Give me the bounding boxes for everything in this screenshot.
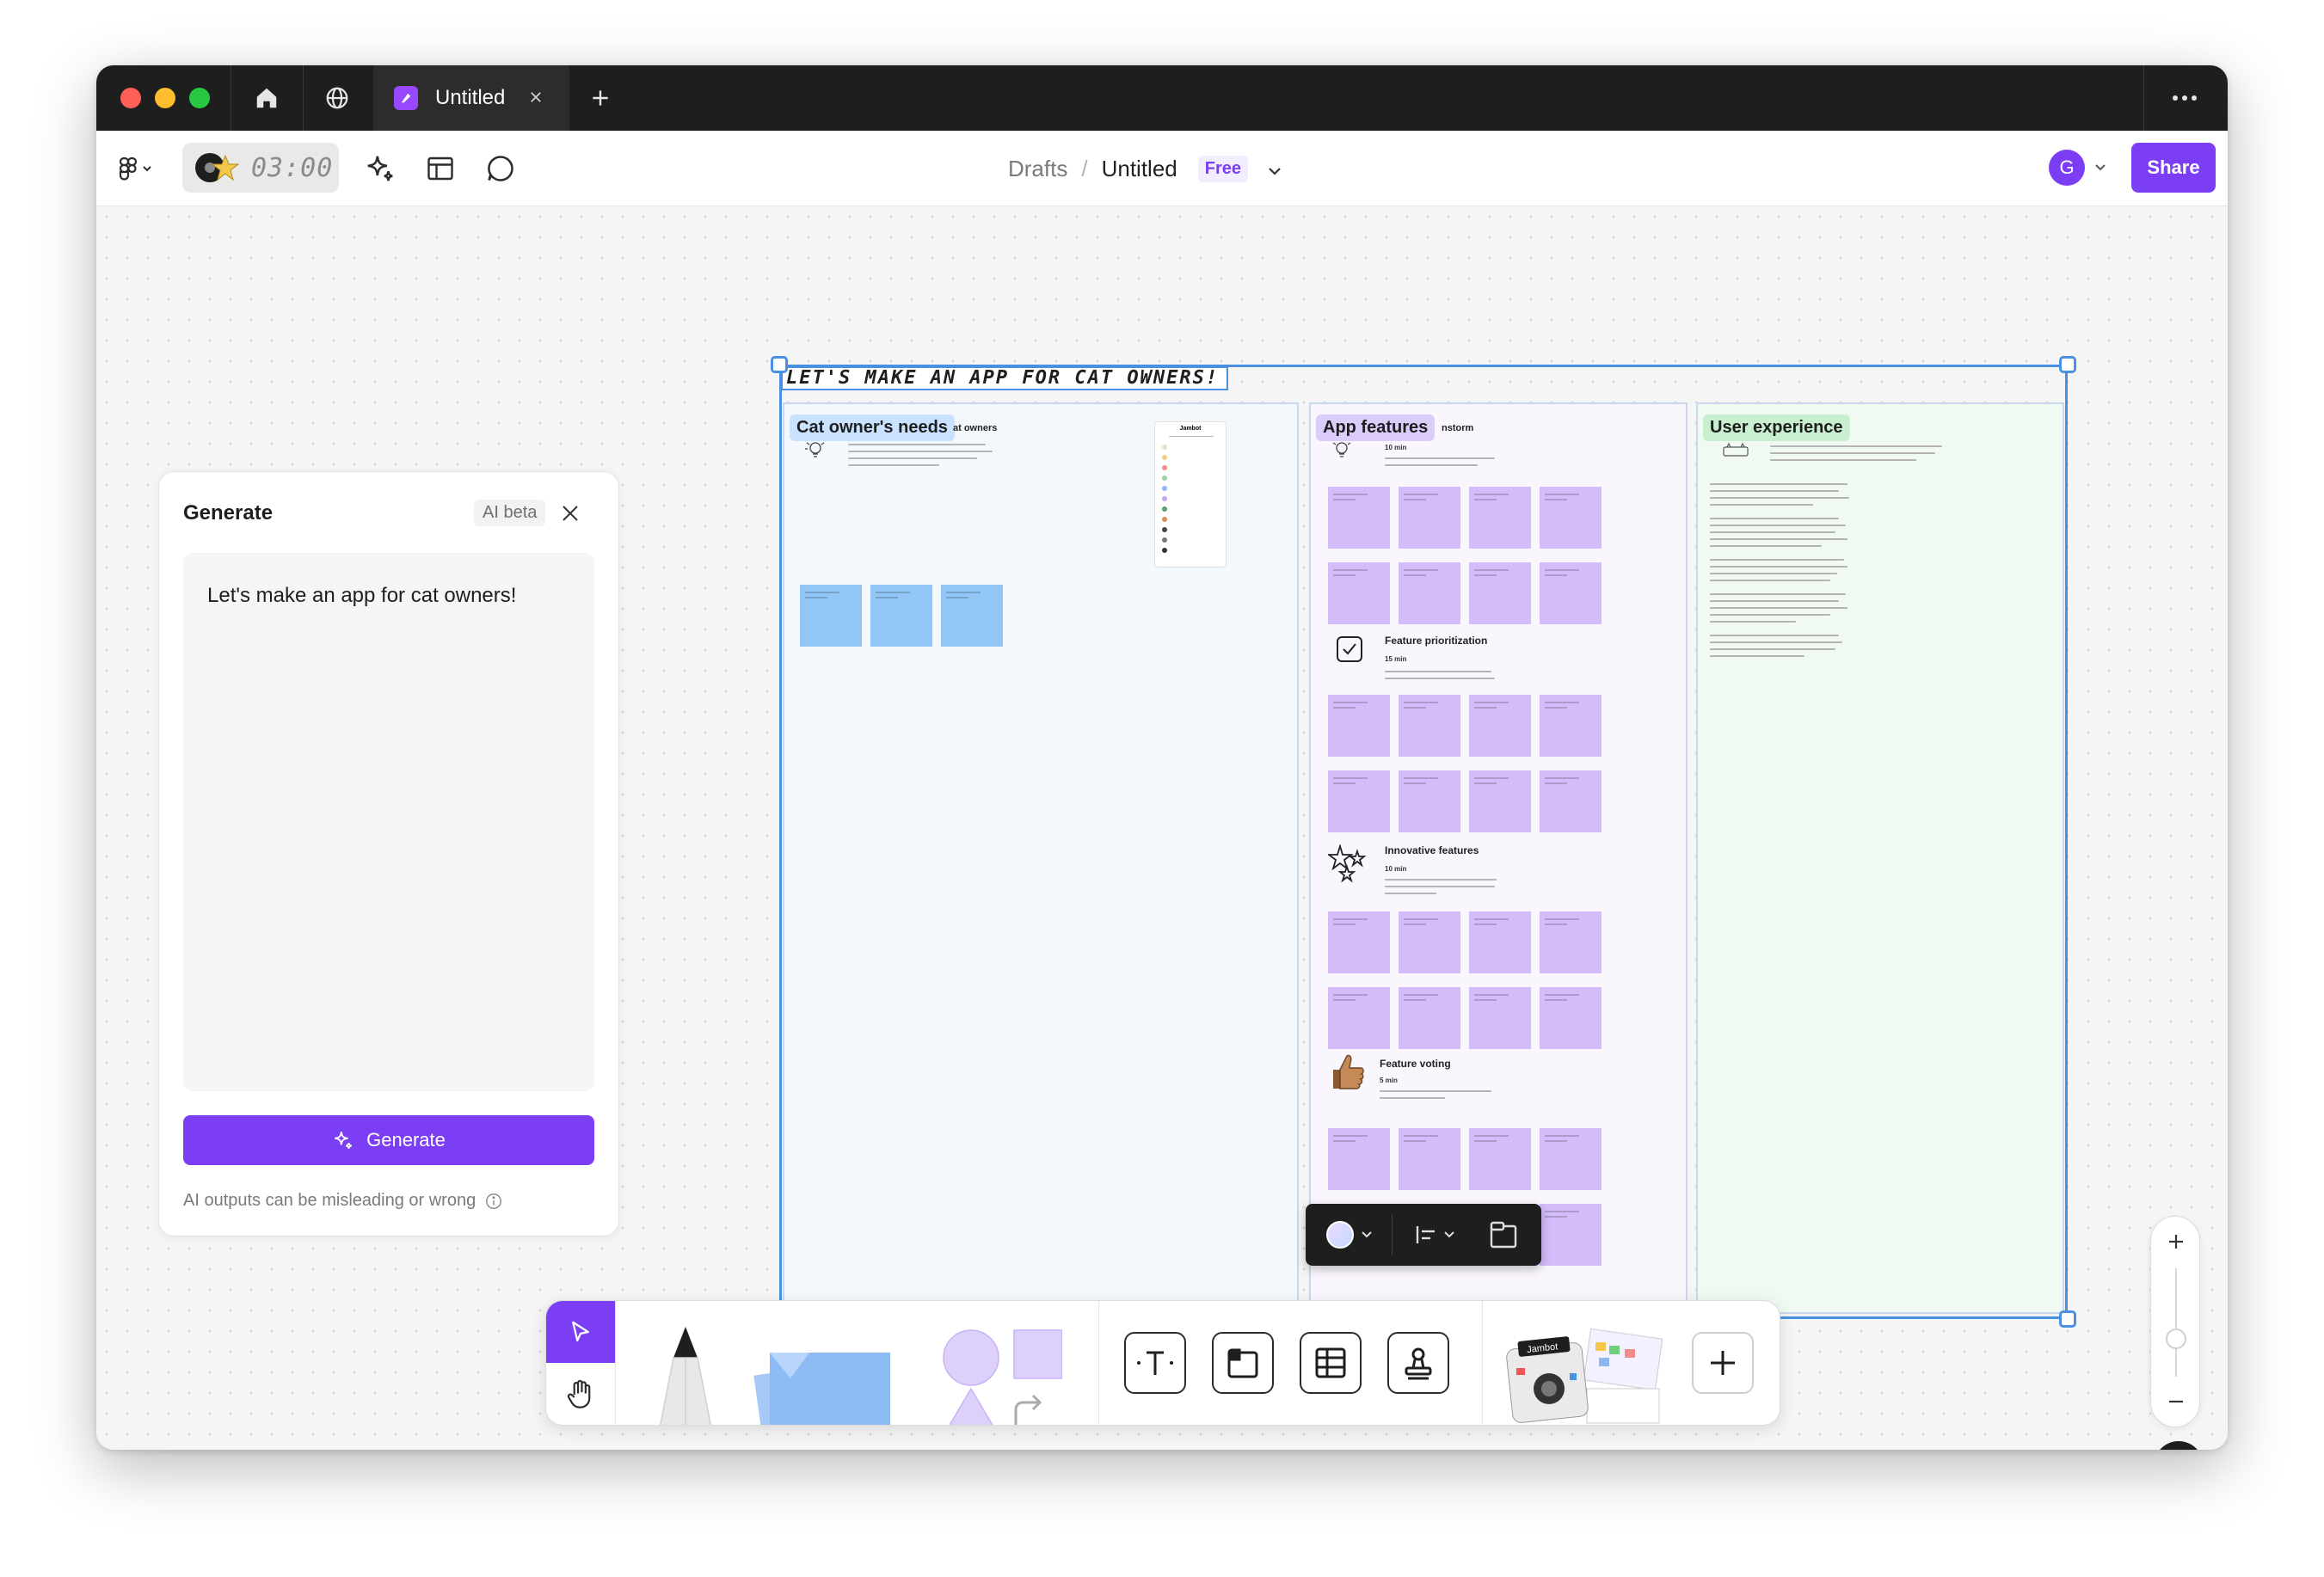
text-icon [1137,1351,1173,1375]
more-icon[interactable] [2167,81,2202,115]
board[interactable]: Cat owner's needs at owners Jambot App f… [771,356,2076,1328]
chevron-down-icon[interactable] [2093,162,2107,177]
tab-title: Untitled [435,86,506,109]
hand-icon [567,1379,591,1408]
section-icon [1227,1348,1258,1378]
chevron-down-icon [1444,1231,1454,1238]
selection-frame [779,365,2068,1319]
marker-tool[interactable] [648,1323,723,1425]
divider [2143,65,2144,131]
plus-icon [2169,1235,2183,1249]
widgets-icon: Jambot [1506,1328,1663,1424]
zoom-out-button[interactable] [2160,1385,2192,1418]
disclaimer-text: AI outputs can be misleading or wrong [183,1191,476,1210]
zoom-track[interactable] [2175,1268,2177,1377]
disclaimer: AI outputs can be misleading or wrong [183,1191,503,1211]
app-window: Untitled 03:00 Drafts / Untitled Free G … [96,65,2228,1450]
divider [615,1301,616,1425]
figjam-file-icon [394,86,418,110]
globe-icon[interactable] [320,81,354,115]
breadcrumb: Drafts / Untitled Free [1008,131,1282,206]
zoom-slider-thumb[interactable] [2166,1328,2186,1349]
tab-untitled[interactable]: Untitled [373,65,569,131]
home-icon[interactable] [249,81,284,115]
chevron-down-icon [1362,1231,1372,1238]
prompt-input[interactable]: Let's make an app for cat owners! [183,553,594,1091]
cursor-icon [572,1321,589,1342]
table-tool[interactable] [1300,1332,1362,1394]
zoom-in-button[interactable] [2160,1225,2192,1258]
more-tools-button[interactable] [1692,1332,1754,1394]
breadcrumb-drafts[interactable]: Drafts [1008,156,1067,182]
divider [303,65,304,131]
plan-badge: Free [1197,155,1248,182]
close-icon[interactable] [555,498,586,529]
comment-icon[interactable] [480,148,521,189]
minus-icon [2169,1400,2183,1403]
marker-icon [660,1327,711,1425]
timer-widget[interactable]: 03:00 [182,143,339,193]
color-picker-button[interactable] [1326,1219,1380,1250]
avatar[interactable]: G [2049,150,2085,186]
maximize-window-button[interactable] [189,88,210,108]
minimize-window-button[interactable] [155,88,175,108]
plugins-widget-tool[interactable]: Jambot [1504,1320,1666,1425]
text-tool[interactable] [1124,1332,1186,1394]
divider [1098,1301,1099,1425]
resize-handle[interactable] [771,356,788,373]
selection-toolbar [1306,1204,1541,1266]
music-disc-icon [195,153,239,182]
tool-dock: Jambot [545,1300,1780,1426]
shapes-icon [943,1329,1063,1425]
stamp-icon [1405,1347,1432,1380]
canvas[interactable]: Generate AI beta Let's make an app for c… [96,206,2228,1450]
generate-button-label: Generate [366,1129,446,1151]
hand-tool[interactable] [546,1363,615,1425]
title-bar: Untitled [96,65,2228,131]
ai-sparkle-icon[interactable] [360,148,401,189]
main-menu-button[interactable] [115,148,158,189]
section-frame-icon[interactable] [1488,1219,1519,1255]
share-button[interactable]: Share [2131,143,2216,193]
chevron-down-icon[interactable] [1267,156,1282,182]
stamp-tool[interactable] [1387,1332,1449,1394]
timer-text: 03:00 [251,152,334,183]
color-swatch [1326,1221,1354,1249]
board-title[interactable]: LET'S MAKE AN APP FOR CAT OWNERS! [781,366,1228,390]
table-icon [1315,1347,1346,1378]
top-toolbar: 03:00 Drafts / Untitled Free G Share [96,131,2228,206]
plus-icon[interactable] [583,81,618,115]
divider [1392,1214,1393,1255]
plus-icon [1711,1351,1735,1375]
section-tool[interactable] [1212,1332,1274,1394]
generate-button[interactable]: Generate [183,1115,594,1165]
panel-title: Generate [183,501,274,525]
shapes-tool[interactable] [925,1320,1063,1425]
sparkle-icon [335,1132,353,1149]
align-left-icon [1416,1226,1435,1243]
close-window-button[interactable] [120,88,141,108]
zoom-control [2150,1216,2200,1427]
resize-handle[interactable] [2059,356,2076,373]
file-name[interactable]: Untitled [1102,156,1177,182]
templates-icon[interactable] [420,148,461,189]
close-icon[interactable] [523,84,549,110]
info-icon[interactable] [484,1192,503,1211]
breadcrumb-separator: / [1081,155,1088,181]
generate-panel: Generate AI beta Let's make an app for c… [158,471,619,1236]
sticky-note-tool[interactable] [749,1323,904,1425]
resize-handle[interactable] [2059,1310,2076,1328]
select-tool[interactable] [546,1301,615,1363]
ai-beta-badge: AI beta [474,500,546,526]
align-button[interactable] [1414,1219,1469,1250]
sticky-stack-icon [753,1353,890,1425]
divider [1482,1301,1483,1425]
help-button[interactable]: ? [2154,1441,2204,1450]
